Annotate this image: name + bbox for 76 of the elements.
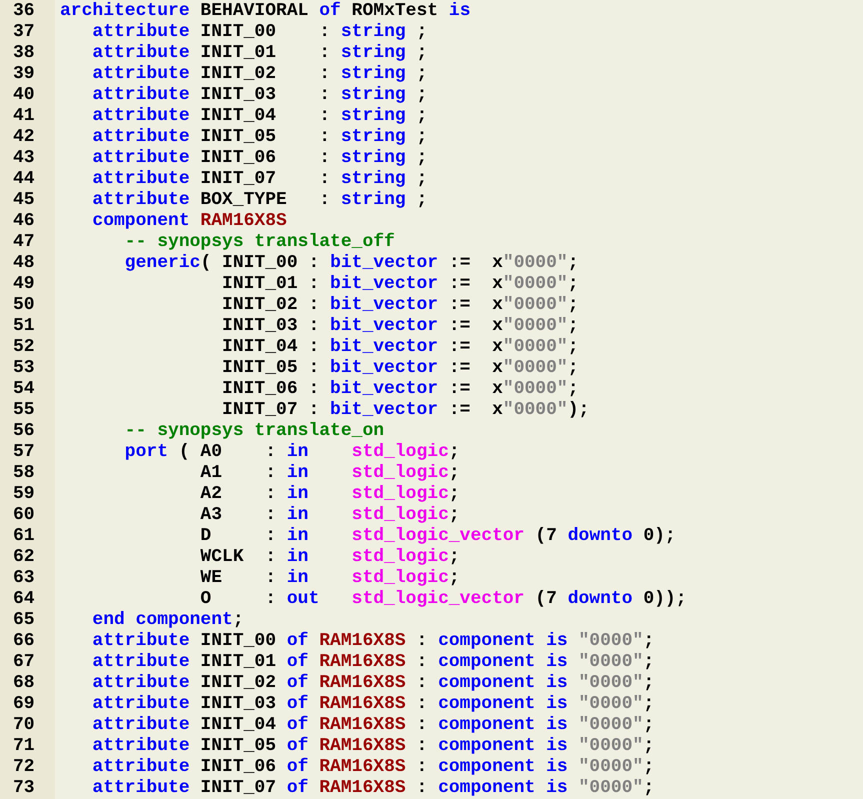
code-line: A1 : in std_logic;: [199, 463, 461, 484]
line-number: 71: [12, 736, 36, 757]
line-number: 53: [12, 358, 36, 379]
line-number: 47: [12, 232, 36, 253]
line-number: 37: [12, 22, 36, 43]
code-line: attribute INIT_00 : string ;: [91, 22, 428, 43]
line-number: 63: [12, 568, 36, 589]
code-line: A2 : in std_logic;: [199, 484, 461, 505]
code-line: INIT_04 : bit_vector := x"0000";: [221, 337, 580, 358]
code-line: INIT_06 : bit_vector := x"0000";: [221, 379, 580, 400]
line-number: 55: [12, 400, 36, 421]
line-number: 66: [12, 631, 36, 652]
line-number: 54: [12, 379, 36, 400]
line-number: 58: [12, 463, 36, 484]
line-number: 64: [12, 589, 36, 610]
code-line: attribute INIT_06 of RAM16X8S : component is "0000";: [91, 757, 656, 778]
line-number: 65: [12, 610, 36, 631]
code-line: attribute INIT_00 of RAM16X8S : component is "0000";: [91, 631, 656, 652]
line-number: 51: [12, 316, 36, 337]
code-line: attribute INIT_01 of RAM16X8S : component is "0000";: [91, 652, 656, 673]
code-line: architecture BEHAVIORAL of ROMxTest is: [60, 1, 472, 22]
code-line: attribute INIT_05 : string ;: [91, 127, 428, 148]
line-number: 70: [12, 715, 36, 736]
code-line: A3 : in std_logic;: [199, 505, 461, 526]
line-number: 60: [12, 505, 36, 526]
code-line: attribute INIT_04 of RAM16X8S : component is "0000";: [91, 715, 656, 736]
code-line: O : out std_logic_vector (7 downto 0));: [199, 589, 687, 610]
line-number: 62: [12, 547, 36, 568]
code-line: attribute INIT_02 of RAM16X8S : component is "0000";: [91, 673, 656, 694]
line-number: 73: [12, 778, 36, 799]
code-line: attribute INIT_03 : string ;: [91, 85, 428, 106]
code-line: attribute INIT_07 of RAM16X8S : component is "0000";: [91, 778, 656, 799]
code-line: -- synopsys translate_on: [124, 421, 386, 442]
line-number: 61: [12, 526, 36, 547]
code-line: end component;: [91, 610, 245, 631]
code-line: component RAM16X8S: [91, 211, 288, 232]
line-number: 59: [12, 484, 36, 505]
line-number: 49: [12, 274, 36, 295]
code-line: -- synopsys translate_off: [124, 232, 396, 253]
line-number: 68: [12, 673, 36, 694]
code-line: INIT_07 : bit_vector := x"0000");: [221, 400, 590, 421]
line-number: 72: [12, 757, 36, 778]
line-number: 52: [12, 337, 36, 358]
line-number: 48: [12, 253, 36, 274]
code-line: generic( INIT_00 : bit_vector := x"0000";: [124, 253, 580, 274]
code-line: INIT_05 : bit_vector := x"0000";: [221, 358, 580, 379]
code-line: port ( A0 : in std_logic;: [124, 442, 461, 463]
code-line: attribute INIT_07 : string ;: [91, 169, 428, 190]
code-line: INIT_03 : bit_vector := x"0000";: [221, 316, 580, 337]
code-line: attribute INIT_06 : string ;: [91, 148, 428, 169]
line-number: 36: [12, 1, 36, 22]
line-number: 39: [12, 64, 36, 85]
code-line: WCLK : in std_logic;: [199, 547, 461, 568]
line-number: 41: [12, 106, 36, 127]
code-line: D : in std_logic_vector (7 downto 0);: [199, 526, 677, 547]
line-number: 50: [12, 295, 36, 316]
line-number: 46: [12, 211, 36, 232]
line-number: 42: [12, 127, 36, 148]
code-line: attribute INIT_01 : string ;: [91, 43, 428, 64]
line-number: 69: [12, 694, 36, 715]
line-number: 67: [12, 652, 36, 673]
code-line: INIT_01 : bit_vector := x"0000";: [221, 274, 580, 295]
code-line: attribute BOX_TYPE : string ;: [91, 190, 428, 211]
line-number: 45: [12, 190, 36, 211]
code-line: attribute INIT_03 of RAM16X8S : component is "0000";: [91, 694, 656, 715]
line-number: 44: [12, 169, 36, 190]
code-line: attribute INIT_02 : string ;: [91, 64, 428, 85]
code-line: attribute INIT_04 : string ;: [91, 106, 428, 127]
line-number: 57: [12, 442, 36, 463]
line-number: 38: [12, 43, 36, 64]
code-line: INIT_02 : bit_vector := x"0000";: [221, 295, 580, 316]
code-line: attribute INIT_05 of RAM16X8S : component is "0000";: [91, 736, 656, 757]
code-line: WE : in std_logic;: [199, 568, 461, 589]
line-number: 40: [12, 85, 36, 106]
line-number: 43: [12, 148, 36, 169]
line-number: 56: [12, 421, 36, 442]
